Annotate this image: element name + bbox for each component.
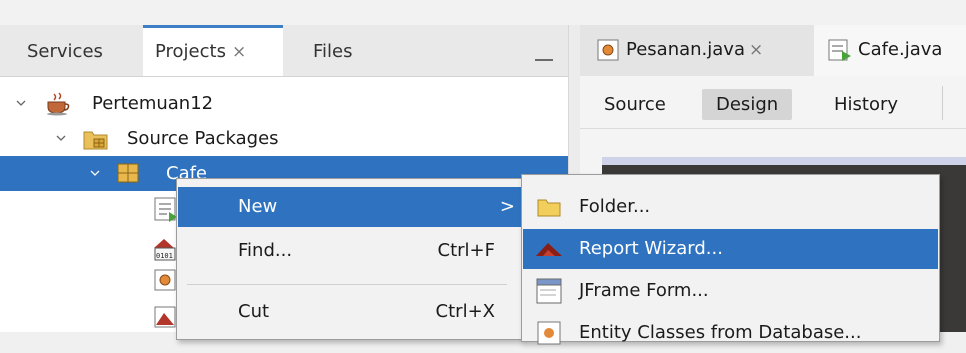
coffee-cup-project-icon bbox=[47, 92, 70, 116]
menu-separator bbox=[187, 284, 507, 285]
tab-files-label: Files bbox=[313, 41, 353, 62]
window-top-strip bbox=[0, 0, 966, 25]
jframe-icon bbox=[536, 278, 562, 304]
package-icon bbox=[117, 163, 139, 183]
menu-item-folder-label: Folder... bbox=[579, 196, 651, 217]
view-design-button[interactable]: Design bbox=[702, 89, 793, 120]
folder-icon bbox=[537, 199, 561, 217]
menu-item-cut-shortcut: Ctrl+X bbox=[435, 301, 495, 322]
tab-projects[interactable]: Projects × bbox=[143, 25, 283, 76]
tab-services[interactable]: Services bbox=[27, 25, 103, 76]
svg-text:0101: 0101 bbox=[156, 252, 173, 260]
menu-item-find[interactable]: Find... Ctrl+F bbox=[178, 231, 521, 271]
report-file-icon[interactable] bbox=[153, 305, 177, 329]
tree-node-source-packages[interactable]: Source Packages bbox=[0, 121, 568, 156]
menu-item-find-shortcut: Ctrl+F bbox=[437, 240, 495, 261]
editor-view-toolbar: Source Design History bbox=[580, 76, 966, 129]
context-menu: New > Find... Ctrl+F Cut Ctrl+X bbox=[176, 178, 523, 340]
tab-cafe-label: Cafe.java bbox=[858, 39, 943, 60]
tab-pesanan-label: Pesanan.java bbox=[626, 39, 745, 60]
tree-label-project: Pertemuan12 bbox=[92, 93, 214, 114]
chevron-down-icon[interactable] bbox=[56, 133, 66, 143]
minimize-icon[interactable] bbox=[535, 59, 553, 61]
close-icon[interactable]: × bbox=[749, 40, 763, 60]
source-packages-icon bbox=[83, 131, 108, 150]
submenu-arrow-icon: > bbox=[499, 196, 515, 217]
panel-tab-bar: Services Projects × Files bbox=[0, 25, 568, 77]
menu-item-report-wizard-label: Report Wizard... bbox=[579, 238, 723, 259]
tab-projects-label: Projects bbox=[155, 41, 226, 62]
menu-item-find-label: Find... bbox=[238, 240, 293, 261]
tab-cafe-java[interactable]: Cafe.java bbox=[814, 25, 966, 76]
tab-pesanan-java[interactable]: Pesanan.java × bbox=[580, 25, 810, 76]
menu-item-entity-classes-label: Entity Classes from Database... bbox=[579, 322, 862, 343]
menu-item-report-wizard[interactable]: Report Wizard... bbox=[523, 229, 938, 269]
tree-label-source-packages: Source Packages bbox=[127, 128, 279, 149]
new-submenu: Folder... Report Wizard... JFrame Form..… bbox=[521, 174, 940, 345]
menu-item-jframe-form-label: JFrame Form... bbox=[579, 280, 709, 301]
java-class-icon bbox=[597, 39, 619, 61]
menu-item-jframe-form[interactable]: JFrame Form... bbox=[523, 271, 938, 311]
tree-node-project[interactable]: Pertemuan12 bbox=[0, 86, 568, 121]
menu-item-new-label: New bbox=[238, 196, 278, 217]
view-source-button[interactable]: Source bbox=[590, 89, 680, 120]
menu-item-cut-label: Cut bbox=[238, 301, 270, 322]
view-history-button[interactable]: History bbox=[820, 89, 912, 120]
java-class-file-icon[interactable] bbox=[153, 268, 177, 292]
tab-services-label: Services bbox=[27, 41, 103, 62]
close-icon[interactable]: × bbox=[232, 42, 246, 62]
menu-item-folder[interactable]: Folder... bbox=[523, 187, 938, 227]
chevron-down-icon[interactable] bbox=[16, 98, 26, 108]
java-form-file-icon bbox=[828, 39, 851, 61]
menu-item-cut[interactable]: Cut Ctrl+X bbox=[178, 292, 521, 332]
toolbar-separator bbox=[942, 86, 943, 120]
report-wizard-icon bbox=[536, 243, 562, 256]
tab-files[interactable]: Files bbox=[313, 25, 353, 76]
menu-item-new[interactable]: New > bbox=[178, 187, 521, 227]
editor-tab-bar: Pesanan.java × Cafe.java bbox=[580, 25, 966, 76]
menu-item-entity-classes[interactable]: Entity Classes from Database... bbox=[523, 313, 938, 353]
chevron-down-icon[interactable] bbox=[90, 168, 100, 178]
entity-class-icon bbox=[537, 321, 561, 345]
